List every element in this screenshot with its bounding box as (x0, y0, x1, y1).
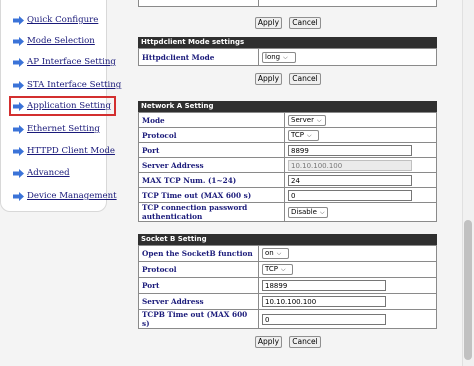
sidebar-nav: Quick Configure Mode Selection AP Interf… (0, 0, 121, 212)
mode-select[interactable]: Server ⌵ (288, 114, 326, 126)
server-address-input: 10.10.100.100 (288, 159, 412, 171)
mode-label: Mode (138, 112, 285, 128)
arrow-right-icon (13, 57, 24, 67)
chevron-down-icon: ⌵ (280, 266, 286, 273)
sidebar-item-label: Application Setting (27, 101, 111, 111)
arrow-right-icon (13, 191, 24, 201)
arrow-right-icon (13, 146, 24, 156)
sidebar-item-label: Mode Selection (27, 36, 95, 46)
port-input[interactable]: 8899 (288, 144, 412, 156)
chevron-down-icon: ⌵ (283, 53, 288, 61)
sidebar-item-quick-configure[interactable]: Quick Configure (13, 12, 98, 28)
port-label: Port (138, 277, 259, 294)
tcpb-timeout-input[interactable]: 0 (262, 313, 386, 325)
protocol-select[interactable]: TCP ⌵ (288, 129, 319, 141)
httpdclient-mode-label: Httpdclient Mode (138, 48, 259, 66)
sidebar-item-label: AP Interface Setting (27, 57, 116, 67)
tcpb-timeout-label: TCPB Time out (MAX 600 s) (138, 309, 259, 329)
socket-b-panel: Socket B Setting Open the SocketB functi… (138, 234, 437, 329)
sidebar-item-sta-interface[interactable]: STA Interface Setting (13, 77, 121, 93)
max-tcp-label: MAX TCP Num. (1~24) (138, 172, 285, 188)
sidebar-item-mode-selection[interactable]: Mode Selection (13, 33, 95, 49)
arrow-right-icon (13, 80, 24, 90)
arrow-right-icon (13, 101, 24, 111)
open-socketb-label: Open the SocketB function (138, 245, 259, 262)
sidebar-item-label: Advanced (27, 168, 70, 178)
tcp-timeout-label: TCP Time out (MAX 600 s) (138, 187, 285, 203)
sidebar-item-label: Device Management (27, 191, 117, 201)
sidebar-item-label: HTTPD Client Mode (27, 146, 115, 156)
chevron-down-icon: ⌵ (276, 250, 282, 257)
arrow-right-icon (13, 36, 24, 46)
apply-button[interactable]: Apply (255, 73, 282, 85)
password-auth-label: TCP connection password authentication (138, 202, 285, 222)
chevron-down-icon: ⌵ (316, 116, 322, 124)
chevron-down-icon: ⌵ (306, 131, 312, 139)
previous-settings-panel (138, 0, 437, 7)
network-a-panel: Network A Setting Mode Server ⌵ Protocol … (138, 101, 437, 222)
sidebar-item-application-setting[interactable]: Application Setting (9, 96, 116, 116)
sidebar-item-label: Quick Configure (27, 15, 99, 25)
sidebar-item-advanced[interactable]: Advanced (13, 165, 70, 181)
password-auth-select[interactable]: Disable ⌵ (288, 206, 328, 218)
cancel-button[interactable]: Cancel (289, 73, 321, 85)
arrow-right-icon (13, 124, 24, 134)
sidebar-item-httpd-client[interactable]: HTTPD Client Mode (13, 143, 115, 159)
section-header: Httpdclient Mode settings (138, 37, 437, 48)
chevron-down-icon: ⌵ (319, 208, 325, 216)
httpdclient-mode-select[interactable]: long ⌵ (262, 51, 296, 63)
httpdclient-panel: Httpdclient Mode settings Httpdclient Mo… (138, 37, 437, 66)
sidebar-item-label: STA Interface Setting (27, 80, 122, 90)
arrow-right-icon (13, 15, 24, 25)
sidebar-item-device-management[interactable]: Device Management (13, 188, 117, 204)
apply-button[interactable]: Apply (255, 336, 282, 348)
server-address-label: Server Address (138, 157, 285, 173)
apply-button[interactable]: Apply (255, 17, 282, 29)
port-label: Port (138, 142, 285, 158)
tcp-timeout-input[interactable]: 0 (288, 189, 412, 201)
sidebar-item-ap-interface[interactable]: AP Interface Setting (13, 54, 116, 70)
port-input[interactable]: 18899 (262, 280, 386, 291)
section-header: Network A Setting (138, 101, 437, 112)
sidebar-item-ethernet-setting[interactable]: Ethernet Setting (13, 121, 100, 137)
protocol-select[interactable]: TCP ⌵ (262, 264, 293, 275)
section-header: Socket B Setting (138, 234, 437, 245)
cancel-button[interactable]: Cancel (289, 17, 321, 29)
server-address-input[interactable]: 10.10.100.100 (262, 296, 386, 307)
arrow-right-icon (13, 168, 24, 178)
server-address-label: Server Address (138, 293, 259, 310)
max-tcp-input[interactable]: 24 (288, 174, 412, 186)
scrollbar-thumb[interactable] (464, 220, 472, 360)
sidebar-item-label: Ethernet Setting (27, 124, 100, 134)
protocol-label: Protocol (138, 127, 285, 143)
cancel-button[interactable]: Cancel (289, 336, 321, 348)
protocol-label: Protocol (138, 261, 259, 278)
open-socketb-select[interactable]: on ⌵ (262, 248, 289, 259)
